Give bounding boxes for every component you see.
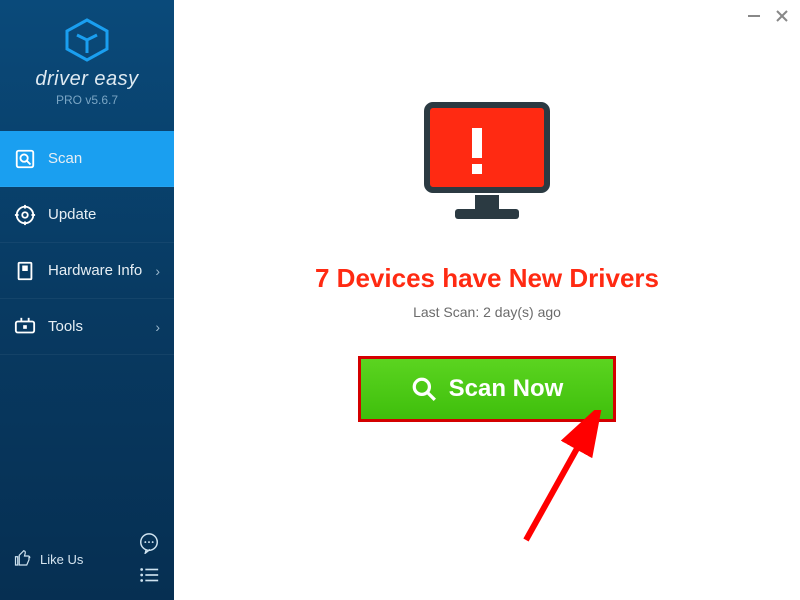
sidebar-item-label: Scan	[48, 150, 82, 167]
menu-icon[interactable]	[138, 564, 160, 586]
sidebar-item-label: Hardware Info	[48, 262, 142, 279]
tools-icon	[14, 316, 36, 338]
sidebar-item-label: Update	[48, 206, 96, 223]
sidebar-item-label: Tools	[48, 318, 83, 335]
scan-now-button[interactable]: Scan Now	[358, 356, 616, 422]
feedback-icon[interactable]	[138, 532, 160, 554]
scan-icon	[14, 148, 36, 170]
logo-icon	[63, 18, 111, 62]
sidebar: driver easy PRO v5.6.7 Scan	[0, 0, 174, 600]
close-button[interactable]	[774, 8, 790, 24]
sidebar-item-update[interactable]: Update	[0, 187, 174, 243]
sidebar-item-hardware-info[interactable]: Hardware Info ›	[0, 243, 174, 299]
like-us-label: Like Us	[40, 552, 83, 567]
chevron-right-icon: ›	[155, 263, 160, 279]
footer-icons	[138, 532, 160, 586]
sidebar-item-scan[interactable]: Scan	[0, 131, 174, 187]
window-controls	[746, 8, 790, 24]
center-content: 7 Devices have New Drivers Last Scan: 2 …	[174, 100, 800, 422]
minimize-icon	[747, 9, 761, 23]
thumbs-up-icon	[14, 550, 32, 568]
app-version: PRO v5.6.7	[0, 93, 174, 107]
nav: Scan Update Hardware Info	[0, 131, 174, 522]
scan-now-label: Scan Now	[449, 375, 564, 403]
headline: 7 Devices have New Drivers	[174, 263, 800, 294]
minimize-button[interactable]	[746, 8, 762, 24]
update-icon	[14, 204, 36, 226]
monitor-alert-icon	[417, 100, 557, 230]
like-us-button[interactable]: Like Us	[14, 550, 83, 568]
close-icon	[775, 9, 789, 23]
chevron-right-icon: ›	[155, 319, 160, 335]
annotation-arrow-icon	[516, 410, 616, 550]
search-icon	[411, 376, 437, 402]
hardware-icon	[14, 260, 36, 282]
main-panel: 7 Devices have New Drivers Last Scan: 2 …	[174, 0, 800, 600]
sidebar-item-tools[interactable]: Tools ›	[0, 299, 174, 355]
last-scan-text: Last Scan: 2 day(s) ago	[174, 304, 800, 320]
logo-block: driver easy PRO v5.6.7	[0, 0, 174, 121]
app-window: driver easy PRO v5.6.7 Scan	[0, 0, 800, 600]
sidebar-footer: Like Us	[0, 522, 174, 600]
app-name: driver easy	[0, 68, 174, 91]
